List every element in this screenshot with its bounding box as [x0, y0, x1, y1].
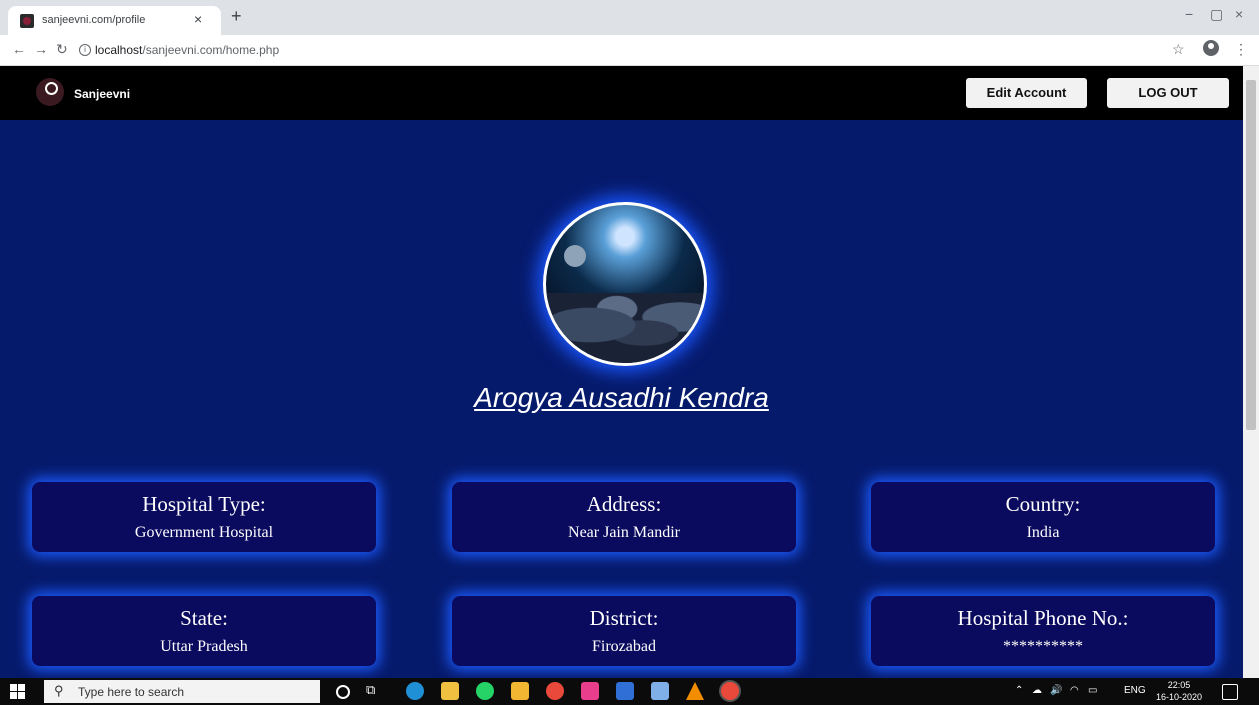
system-clock[interactable]: 22:05 16-10-2020: [1155, 679, 1203, 703]
scrollbar-thumb[interactable]: [1246, 80, 1256, 430]
card-value: Government Hospital: [134, 524, 274, 541]
info-card-district: District: Firozabad: [452, 596, 796, 666]
page-scrollbar[interactable]: [1243, 66, 1259, 678]
address-bar: ← → ↻ i localhost/sanjeevni.com/home.php…: [0, 35, 1259, 66]
forward-arrow-icon[interactable]: →: [34, 41, 48, 57]
reload-icon[interactable]: ↻: [56, 41, 68, 58]
edge-icon[interactable]: [406, 682, 424, 700]
more-menu-icon[interactable]: ⋮: [1234, 41, 1248, 58]
language-indicator[interactable]: ENG: [1124, 685, 1146, 696]
card-label: Hospital Type:: [142, 492, 266, 516]
search-icon: ⚲: [54, 683, 64, 698]
wifi-icon[interactable]: ◠: [1070, 685, 1079, 696]
browser-tab-bar: sanjeevni.com/profile × + − ▢ ×: [0, 0, 1259, 35]
hospital-name[interactable]: Arogya Ausadhi Kendra: [0, 382, 1243, 414]
profile-avatar-image: [543, 202, 707, 366]
tab-title: sanjeevni.com/profile: [42, 14, 146, 26]
task-view-icon[interactable]: ⧉: [366, 682, 384, 700]
card-value: Near Jain Mandir: [568, 524, 680, 541]
clock-time: 22:05: [1167, 680, 1191, 690]
edit-account-button[interactable]: Edit Account: [966, 78, 1087, 108]
url-host: localhost: [95, 43, 143, 57]
vlc-icon[interactable]: [686, 682, 704, 700]
tray-chevron-icon[interactable]: ⌃: [1015, 685, 1023, 696]
app-icon[interactable]: [616, 682, 634, 700]
chrome-icon[interactable]: [546, 682, 564, 700]
browser-tab[interactable]: sanjeevni.com/profile ×: [8, 6, 221, 35]
card-value: India: [1026, 524, 1060, 541]
card-label: Country:: [1005, 492, 1081, 516]
windows-start-icon[interactable]: [10, 684, 26, 700]
stethoscope-logo-icon: [36, 78, 64, 106]
battery-icon[interactable]: ▭: [1088, 685, 1097, 696]
new-tab-icon[interactable]: +: [231, 6, 242, 27]
search-placeholder: Type here to search: [78, 685, 185, 699]
notification-center-icon[interactable]: [1222, 684, 1238, 700]
url-path: /sanjeevni.com/home.php: [142, 43, 280, 57]
card-label: Address:: [586, 492, 662, 516]
info-card-state: State: Uttar Pradesh: [32, 596, 376, 666]
onedrive-icon[interactable]: ☁: [1032, 685, 1042, 696]
windows-taskbar: ⚲ Type here to search ⧉ ⌃ ☁ 🔊 ◠ ▭ ENG 22…: [0, 678, 1259, 705]
minimize-icon[interactable]: −: [1185, 6, 1193, 22]
logout-button[interactable]: LOG OUT: [1107, 78, 1229, 108]
brand-name[interactable]: Sanjeevni: [74, 87, 130, 101]
volume-icon[interactable]: 🔊: [1050, 685, 1062, 696]
card-value: Uttar Pradesh: [160, 638, 248, 655]
site-info-icon[interactable]: i: [79, 44, 91, 56]
card-value: **********: [1003, 638, 1083, 655]
taskbar-search-box[interactable]: ⚲ Type here to search: [44, 680, 320, 703]
whatsapp-icon[interactable]: [476, 682, 494, 700]
close-window-icon[interactable]: ×: [1235, 6, 1243, 22]
info-card-hospital-type: Hospital Type: Government Hospital: [32, 482, 376, 552]
maximize-icon[interactable]: ▢: [1210, 6, 1223, 23]
clock-date: 16-10-2020: [1155, 692, 1203, 702]
info-card-country: Country: India: [871, 482, 1215, 552]
info-card-address: Address: Near Jain Mandir: [452, 482, 796, 552]
favicon-icon: [20, 14, 34, 28]
card-value: Firozabad: [592, 638, 656, 655]
notepad-icon[interactable]: [651, 682, 669, 700]
card-label: State:: [180, 606, 228, 630]
back-arrow-icon[interactable]: ←: [12, 41, 26, 57]
profile-main: Arogya Ausadhi Kendra Hospital Type: Gov…: [0, 120, 1243, 678]
info-card-phone: Hospital Phone No.: **********: [871, 596, 1215, 666]
card-label: Hospital Phone No.:: [957, 606, 1129, 630]
chrome-active-icon[interactable]: [721, 682, 739, 700]
profile-avatar-icon[interactable]: [1203, 40, 1219, 56]
file-explorer-icon[interactable]: [511, 682, 529, 700]
store-icon[interactable]: [441, 682, 459, 700]
url-field[interactable]: localhost/sanjeevni.com/home.php: [95, 43, 279, 57]
card-label: District:: [589, 606, 659, 630]
bookmark-star-icon[interactable]: ☆: [1172, 41, 1185, 58]
tab-close-icon[interactable]: ×: [194, 11, 202, 27]
xampp-icon[interactable]: [581, 682, 599, 700]
site-navbar: Sanjeevni Edit Account LOG OUT: [0, 66, 1243, 120]
cortana-icon[interactable]: [336, 685, 350, 699]
